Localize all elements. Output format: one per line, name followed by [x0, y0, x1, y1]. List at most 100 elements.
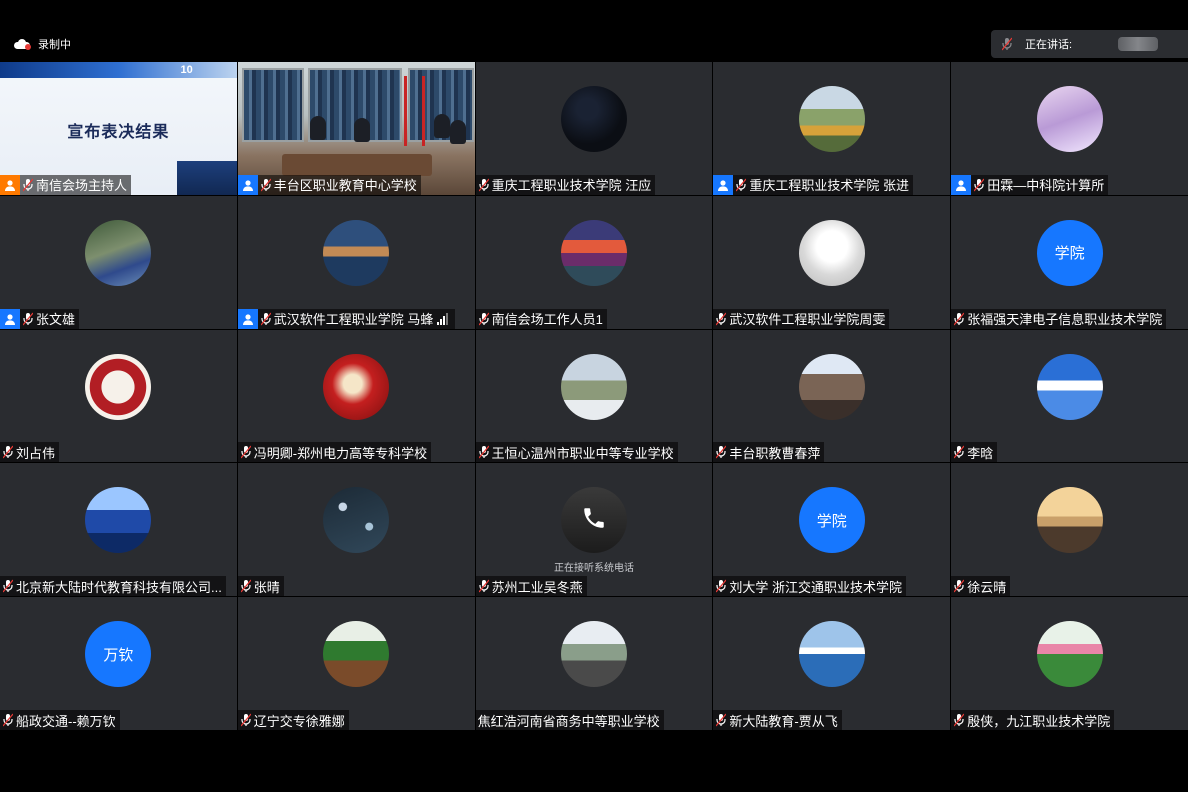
participant-tile[interactable]: 焦红浩河南省商务中等职业学校: [475, 597, 713, 730]
avatar: [560, 621, 627, 688]
participant-name: 辽宁交专徐雅娜: [253, 713, 345, 729]
slide-header-band: [0, 62, 237, 78]
avatar: [798, 219, 865, 286]
participant-name: 田霖—中科院计算所: [987, 178, 1105, 194]
participant-name: 冯明卿-郑州电力高等专科学校: [253, 445, 428, 461]
participant-name: 焦红浩河南省商务中等职业学校: [477, 713, 660, 729]
person: [433, 114, 450, 138]
participant-tile[interactable]: 学院刘大学 浙江交通职业技术学院: [713, 463, 951, 597]
mic-muted-icon: [478, 442, 490, 462]
participant-tile[interactable]: 徐云晴: [951, 463, 1188, 597]
mic-muted-icon: [22, 175, 34, 195]
participant-tile[interactable]: 学院张福强天津电子信息职业技术学院: [951, 195, 1188, 329]
signal-strength-icon: [437, 312, 451, 325]
mic-muted-icon: [715, 309, 727, 329]
mic-muted-icon: [953, 442, 965, 462]
member-icon: [237, 174, 258, 195]
avatar: [323, 621, 390, 688]
phone-icon: [581, 505, 607, 536]
mic-muted-icon: [953, 576, 965, 596]
participant-name: 王恒心温州市职业中等专业学校: [491, 445, 674, 461]
phone-call-message: 正在接听系统电话: [553, 563, 634, 575]
participant-name: 刘占伟: [16, 445, 56, 461]
participant-tile[interactable]: 田霖—中科院计算所: [951, 62, 1188, 195]
participant-tile[interactable]: 王恒心温州市职业中等专业学校: [475, 329, 713, 463]
participant-tile[interactable]: 10 宣布表决结果 南信会场主持人: [0, 62, 237, 195]
participant-name: 重庆工程职业技术学院 汪应: [491, 178, 652, 194]
participant-tile[interactable]: 北京新大陆时代教育科技有限公司...: [0, 463, 237, 597]
participant-tile[interactable]: 重庆工程职业技术学院 汪应: [475, 62, 713, 195]
video-grid: 10 宣布表决结果 南信会场主持人 丰台区职业教育中心学校 重庆工程职业技术学院 汪应 重…: [0, 62, 1188, 730]
participant-tile[interactable]: 正在接听系统电话苏州工业吴冬燕: [475, 463, 713, 597]
participant-tile[interactable]: 重庆工程职业技术学院 张进: [713, 62, 951, 195]
participant-name: 苏州工业吴冬燕: [491, 579, 583, 595]
avatar: [1036, 353, 1103, 420]
avatar: [85, 487, 152, 554]
name-label: 苏州工业吴冬燕: [475, 576, 587, 597]
member-icon: [951, 174, 972, 195]
mic-muted-icon: [953, 309, 965, 329]
participant-tile[interactable]: 李晗: [951, 329, 1188, 463]
name-label: 刘大学 浙江交通职业技术学院: [713, 576, 907, 597]
participant-tile[interactable]: 张文雄: [0, 195, 237, 329]
mic-muted-icon: [1001, 37, 1013, 51]
flag: [421, 76, 425, 146]
conference-table: [281, 154, 432, 176]
person: [353, 118, 370, 142]
name-label: 张晴: [237, 576, 284, 597]
avatar: [560, 353, 627, 420]
participant-tile[interactable]: 新大陆教育-贾从飞: [713, 597, 951, 730]
participant-tile[interactable]: 丰台职教曹春萍: [713, 329, 951, 463]
participant-name: 重庆工程职业技术学院 张进: [749, 178, 910, 194]
avatar: 学院: [1036, 219, 1103, 286]
name-label: 南信会场工作人员1: [475, 308, 607, 329]
participant-tile[interactable]: 万钦 船政交通--赖万钦: [0, 597, 237, 730]
participant-name: 张福强天津电子信息职业技术学院: [967, 312, 1163, 328]
participant-name: 丰台区职业教育中心学校: [273, 178, 417, 194]
person: [449, 120, 466, 144]
participant-name: 南信会场主持人: [36, 178, 128, 194]
avatar: [323, 487, 390, 554]
flag: [403, 76, 407, 146]
speaking-label: 正在讲话:: [1025, 39, 1073, 51]
participant-tile[interactable]: 冯明卿-郑州电力高等专科学校: [237, 329, 475, 463]
participant-tile[interactable]: 武汉软件工程职业学院周雯: [713, 195, 951, 329]
participant-name: 武汉软件工程职业学院周雯: [729, 312, 886, 328]
name-label: 新大陆教育-贾从飞: [713, 710, 842, 730]
recording-label: 录制中: [38, 39, 71, 51]
participant-name: 刘大学 浙江交通职业技术学院: [729, 579, 903, 595]
recording-indicator[interactable]: 录制中: [14, 36, 71, 52]
slide-title: 宣布表决结果: [67, 124, 170, 141]
participant-tile[interactable]: 武汉软件工程职业学院 马蜂: [237, 195, 475, 329]
top-bar: 录制中 正在讲话:: [0, 0, 1188, 62]
mic-muted-icon: [478, 309, 490, 329]
name-label: 重庆工程职业技术学院 汪应: [475, 174, 656, 195]
speaking-indicator: 正在讲话:: [991, 30, 1188, 58]
mic-muted-icon: [240, 710, 252, 730]
name-label: 北京新大陆时代教育科技有限公司...: [0, 576, 226, 597]
participant-tile[interactable]: 殷侠，九江职业技术学院: [951, 597, 1188, 730]
participant-name: 船政交通--赖万钦: [16, 713, 116, 729]
mic-muted-icon: [715, 710, 727, 730]
bookshelf: [241, 68, 304, 142]
mic-muted-icon: [240, 442, 252, 462]
mic-muted-icon: [2, 576, 14, 596]
member-icon: [237, 308, 258, 329]
mic-muted-icon: [2, 710, 14, 730]
mic-muted-icon: [260, 175, 272, 195]
avatar: 学院: [798, 487, 865, 554]
name-label: 冯明卿-郑州电力高等专科学校: [237, 442, 432, 463]
participant-tile[interactable]: 南信会场工作人员1: [475, 195, 713, 329]
name-label: 武汉软件工程职业学院 马蜂: [237, 308, 456, 329]
participant-tile[interactable]: 刘占伟: [0, 329, 237, 463]
participant-name: 张晴: [253, 579, 280, 595]
name-label: 李晗: [951, 442, 998, 463]
mic-muted-icon: [2, 442, 14, 462]
avatar: [798, 621, 865, 688]
name-label: 南信会场主持人: [0, 174, 132, 195]
participant-tile[interactable]: 丰台区职业教育中心学校: [237, 62, 475, 195]
participant-tile[interactable]: 张晴: [237, 463, 475, 597]
mic-muted-icon: [478, 175, 490, 195]
mic-muted-icon: [22, 309, 34, 329]
participant-tile[interactable]: 辽宁交专徐雅娜: [237, 597, 475, 730]
